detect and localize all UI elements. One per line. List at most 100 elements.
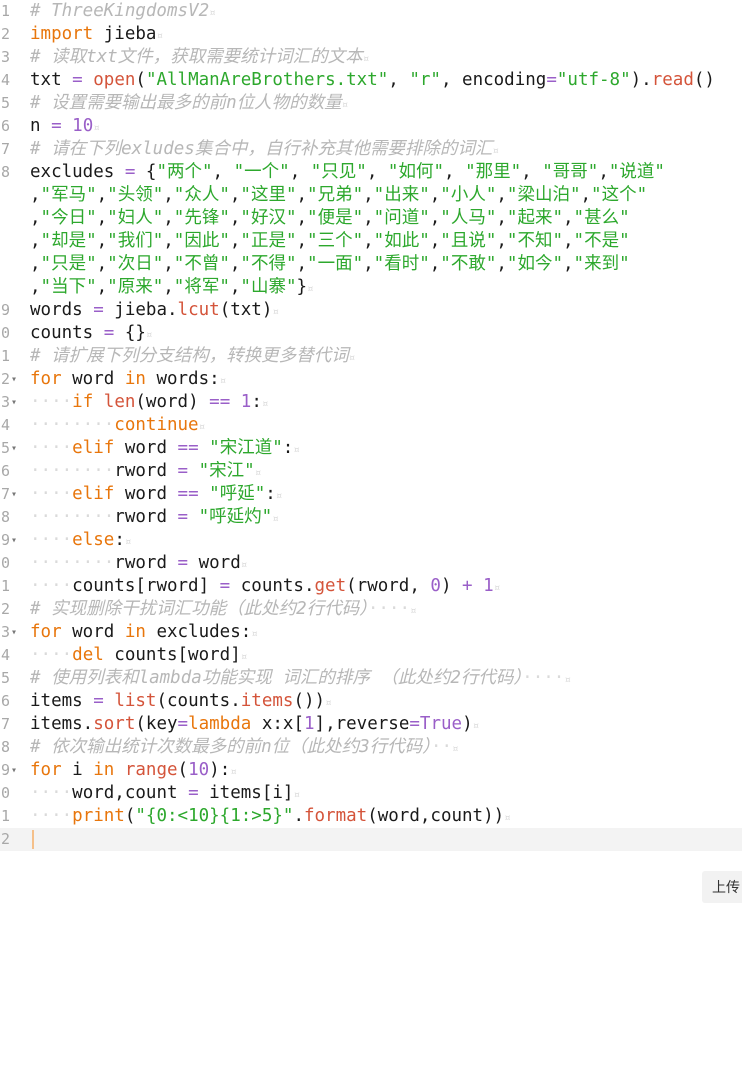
line-number: 26: [0, 692, 10, 710]
line-code[interactable]: ····word,count = items[i]¤: [30, 782, 742, 806]
line-number: 7: [0, 140, 10, 158]
fold-toggle-icon[interactable]: ▾: [11, 391, 17, 414]
fold-toggle-icon[interactable]: ▾: [11, 368, 17, 391]
line-code[interactable]: ····elif word == "宋江道":¤: [30, 437, 742, 461]
code-line[interactable]: 4 txt = open("AllManAreBrothers.txt", "r"…: [0, 69, 742, 92]
fold-toggle-icon[interactable]: ▾: [11, 529, 17, 552]
code-line[interactable]: 10 counts = {}¤: [0, 322, 742, 345]
code-line[interactable]: 31 ····print("{0:<10}{1:>5}".format(word,…: [0, 805, 742, 828]
line-code[interactable]: # 读取txt文件，获取需要统计词汇的文本¤: [30, 46, 742, 70]
code-line[interactable]: 32: [0, 828, 742, 851]
fold-toggle-icon[interactable]: ▾: [11, 483, 17, 506]
code-line[interactable]: 24 ····del counts[word]¤: [0, 644, 742, 667]
code-line[interactable]: 30 ····word,count = items[i]¤: [0, 782, 742, 805]
line-code[interactable]: txt = open("AllManAreBrothers.txt", "r",…: [30, 69, 742, 92]
line-code[interactable]: # 依次输出统计次数最多的前n位（此处约3行代码）··¤: [30, 736, 742, 760]
code-line-continuation[interactable]: ,"军马","头领","众人","这里","兄弟","出来","小人","梁山泊…: [0, 184, 742, 207]
code-line[interactable]: 25 # 使用列表和lambda功能实现 词汇的排序 （此处约2行代码）····¤: [0, 667, 742, 690]
line-code[interactable]: items = list(counts.items())¤: [30, 690, 742, 714]
code-line-continuation[interactable]: ,"今日","妇人","先锋","好汉","便是","问道","人马","起来"…: [0, 207, 742, 230]
code-line[interactable]: 29▾ for i in range(10):¤: [0, 759, 742, 782]
line-code[interactable]: # 实现删除干扰词汇功能（此处约2行代码）····¤: [30, 598, 742, 622]
line-code[interactable]: n = 10¤: [30, 115, 742, 139]
line-code[interactable]: # 请扩展下列分支结构，转换更多替代词¤: [30, 345, 742, 369]
code-line[interactable]: 7 # 请在下列exludes集合中，自行补充其他需要排除的词汇¤: [0, 138, 742, 161]
line-number: 5: [0, 94, 10, 112]
upload-button[interactable]: 上传: [702, 871, 742, 903]
line-code[interactable]: items.sort(key=lambda x:x[1],reverse=Tru…: [30, 713, 742, 737]
line-number: 29: [0, 761, 10, 779]
line-code[interactable]: excludes = {"两个", "一个", "只见", "如何", "那里"…: [30, 161, 742, 184]
code-line[interactable]: 11 # 请扩展下列分支结构，转换更多替代词¤: [0, 345, 742, 368]
line-code[interactable]: ····if len(word) == 1:¤: [30, 391, 742, 415]
line-code[interactable]: # 使用列表和lambda功能实现 词汇的排序 （此处约2行代码）····¤: [30, 667, 742, 691]
code-line[interactable]: 9 words = jieba.lcut(txt)¤: [0, 299, 742, 322]
line-code[interactable]: ,"军马","头领","众人","这里","兄弟","出来","小人","梁山泊…: [30, 184, 742, 207]
line-code[interactable]: import jieba¤: [30, 23, 742, 47]
code-line[interactable]: 26 items = list(counts.items())¤: [0, 690, 742, 713]
line-code[interactable]: ········rword = "呼延灼"¤: [30, 506, 742, 530]
code-line[interactable]: 3 # 读取txt文件，获取需要统计词汇的文本¤: [0, 46, 742, 69]
code-line[interactable]: 12▾ for word in words:¤: [0, 368, 742, 391]
line-code[interactable]: for i in range(10):¤: [30, 759, 742, 783]
line-code[interactable]: words = jieba.lcut(txt)¤: [30, 299, 742, 323]
code-editor[interactable]: 1 # ThreeKingdomsV2¤ 2 import jieba¤ 3 # 读取tx…: [0, 0, 742, 851]
line-code[interactable]: ········rword = "宋江"¤: [30, 460, 742, 484]
line-code[interactable]: ,"却是","我们","因此","正是","三个","如此","且说","不知"…: [30, 230, 742, 253]
line-code[interactable]: ,"只是","次日","不曾","不得","一面","看时","不敢","如今"…: [30, 253, 742, 276]
fold-toggle-icon[interactable]: ▾: [11, 621, 17, 644]
line-number: 24: [0, 646, 10, 664]
code-line[interactable]: 16 ········rword = "宋江"¤: [0, 460, 742, 483]
text-cursor: [32, 829, 34, 849]
line-code[interactable]: ········continue¤: [30, 414, 742, 438]
line-code[interactable]: ········rword = word¤: [30, 552, 742, 576]
line-code[interactable]: [30, 828, 742, 851]
code-line[interactable]: 27 items.sort(key=lambda x:x[1],reverse=T…: [0, 713, 742, 736]
line-code[interactable]: ····elif word == "呼延":¤: [30, 483, 742, 507]
code-line[interactable]: 18 ········rword = "呼延灼"¤: [0, 506, 742, 529]
code-line[interactable]: 20 ········rword = word¤: [0, 552, 742, 575]
line-number: 23: [0, 623, 10, 641]
line-number: 10: [0, 324, 10, 342]
line-number: 6: [0, 117, 10, 135]
code-line[interactable]: 14 ········continue¤: [0, 414, 742, 437]
line-code[interactable]: # 设置需要输出最多的前n位人物的数量¤: [30, 92, 742, 116]
code-line[interactable]: 8 excludes = {"两个", "一个", "只见", "如何", "那里…: [0, 161, 742, 184]
line-code[interactable]: # 请在下列exludes集合中，自行补充其他需要排除的词汇¤: [30, 138, 742, 162]
line-code[interactable]: for word in excludes:¤: [30, 621, 742, 645]
line-code[interactable]: ····counts[rword] = counts.get(rword, 0)…: [30, 575, 742, 599]
code-line[interactable]: 2 import jieba¤: [0, 23, 742, 46]
line-number: 21: [0, 577, 10, 595]
code-line[interactable]: 23▾ for word in excludes:¤: [0, 621, 742, 644]
code-line[interactable]: 1 # ThreeKingdomsV2¤: [0, 0, 742, 23]
code-line-continuation[interactable]: ,"当下","原来","将军","山寨"}¤: [0, 276, 742, 299]
fold-toggle-icon[interactable]: ▾: [11, 759, 17, 782]
line-code[interactable]: ····print("{0:<10}{1:>5}".format(word,co…: [30, 805, 742, 829]
line-code[interactable]: ,"今日","妇人","先锋","好汉","便是","问道","人马","起来"…: [30, 207, 742, 230]
line-code[interactable]: ····del counts[word]¤: [30, 644, 742, 668]
code-line[interactable]: 13▾ ····if len(word) == 1:¤: [0, 391, 742, 414]
line-number: 1: [0, 2, 10, 20]
code-line-continuation[interactable]: ,"只是","次日","不曾","不得","一面","看时","不敢","如今"…: [0, 253, 742, 276]
line-code[interactable]: ····else:¤: [30, 529, 742, 553]
fold-toggle-icon[interactable]: ▾: [11, 437, 17, 460]
code-line[interactable]: 19▾ ····else:¤: [0, 529, 742, 552]
code-line[interactable]: 5 # 设置需要输出最多的前n位人物的数量¤: [0, 92, 742, 115]
line-number: 2: [0, 25, 10, 43]
line-number: 31: [0, 807, 10, 825]
line-code[interactable]: ,"当下","原来","将军","山寨"}¤: [30, 276, 742, 300]
line-number: 32: [0, 830, 10, 848]
code-line[interactable]: 15▾ ····elif word == "宋江道":¤: [0, 437, 742, 460]
code-line[interactable]: 21 ····counts[rword] = counts.get(rword, …: [0, 575, 742, 598]
code-line[interactable]: 6 n = 10¤: [0, 115, 742, 138]
line-code[interactable]: for word in words:¤: [30, 368, 742, 392]
line-code[interactable]: # ThreeKingdomsV2¤: [30, 0, 742, 24]
code-line[interactable]: 17▾ ····elif word == "呼延":¤: [0, 483, 742, 506]
line-number: 11: [0, 347, 10, 365]
line-number: 18: [0, 508, 10, 526]
code-line[interactable]: 22 # 实现删除干扰词汇功能（此处约2行代码）····¤: [0, 598, 742, 621]
code-line-continuation[interactable]: ,"却是","我们","因此","正是","三个","如此","且说","不知"…: [0, 230, 742, 253]
code-line[interactable]: 28 # 依次输出统计次数最多的前n位（此处约3行代码）··¤: [0, 736, 742, 759]
line-code[interactable]: counts = {}¤: [30, 322, 742, 346]
line-number: 17: [0, 485, 10, 503]
